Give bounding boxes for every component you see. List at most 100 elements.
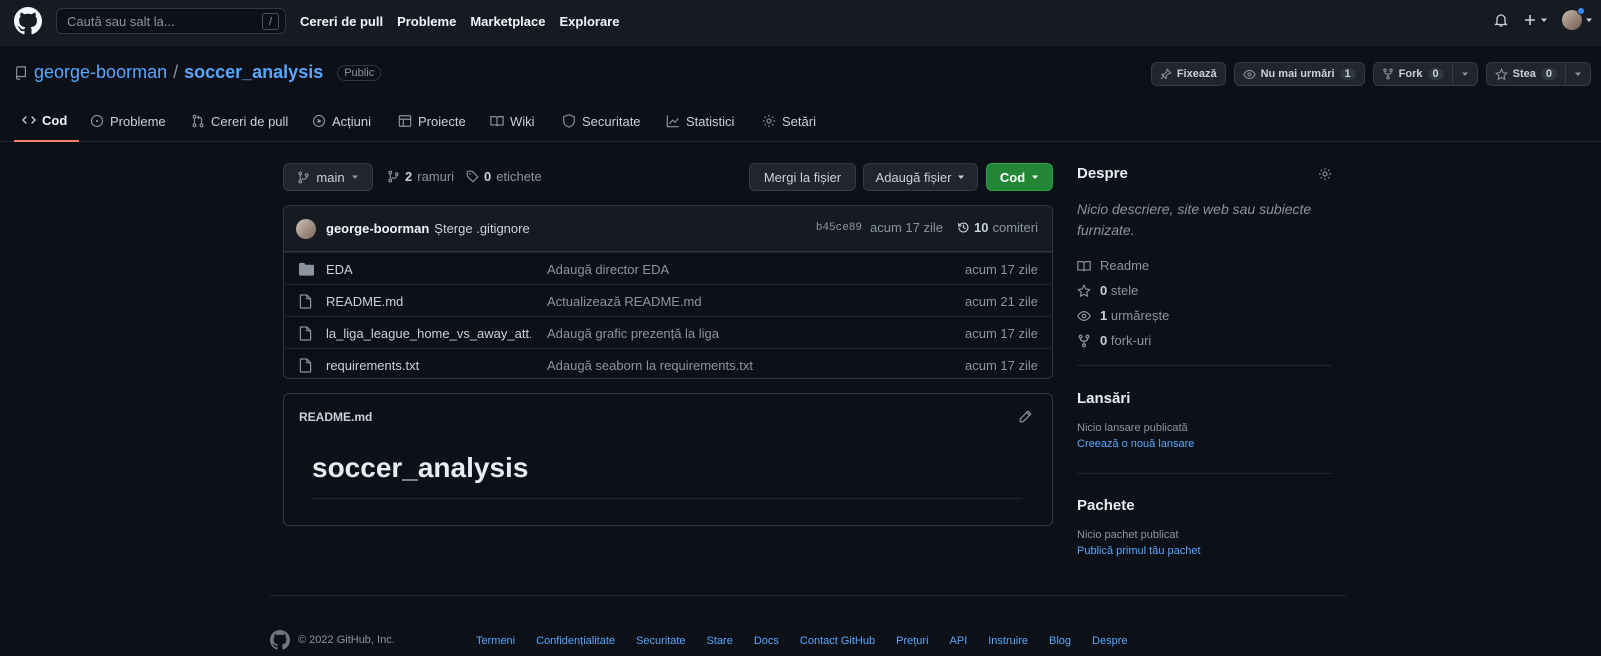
file-row[interactable]: EDA Adaugă director EDA acum 17 zile — [284, 252, 1052, 284]
fork-button[interactable]: Fork 0 — [1374, 63, 1452, 85]
commits-count: 10 — [974, 220, 989, 235]
tags-link[interactable]: 0 etichete — [466, 169, 542, 184]
commit-author-link[interactable]: george-boorman — [326, 221, 429, 236]
unwatch-button[interactable]: Nu mai urmări 1 — [1233, 62, 1365, 86]
commit-author-avatar[interactable] — [296, 218, 316, 239]
about-description: Nicio descriere, site web sau subiecte f… — [1077, 201, 1312, 238]
forks-link[interactable]: 0 fork-uri — [1077, 328, 1169, 353]
nav-issues-link[interactable]: Probleme — [397, 14, 456, 29]
file-age: acum 17 zile — [965, 262, 1038, 277]
shield-icon — [563, 114, 575, 128]
tag-icon — [466, 170, 479, 183]
add-file-button[interactable]: Adaugă fișier — [863, 163, 978, 191]
footer-link-training[interactable]: Instruire — [988, 635, 1028, 647]
search-box[interactable]: / — [56, 8, 286, 34]
commit-message-link[interactable]: Șterge .gitignore — [434, 221, 529, 236]
github-mark-icon[interactable] — [270, 630, 290, 650]
releases-title[interactable]: Lansări — [1077, 390, 1130, 407]
file-name-link[interactable]: la_liga_league_home_vs_away_att... — [326, 326, 531, 341]
tab-insights[interactable]: Statistici — [658, 100, 742, 142]
footer-link-privacy[interactable]: Confidențialitate — [536, 635, 615, 647]
nav-marketplace-link[interactable]: Marketplace — [470, 14, 545, 29]
file-name-link[interactable]: requirements.txt — [326, 358, 531, 373]
branch-toolbar: main 2 ramuri 0 etichete Mergi la fișier… — [283, 163, 1053, 191]
visibility-badge: Public — [337, 64, 382, 81]
stars-link[interactable]: 0 stele — [1077, 278, 1169, 303]
repo-name-link[interactable]: soccer_analysis — [184, 62, 323, 83]
tab-wiki[interactable]: Wiki — [482, 100, 543, 142]
star-dropdown-button[interactable] — [1565, 63, 1590, 85]
packages-title[interactable]: Pachete — [1077, 497, 1135, 514]
issue-icon — [90, 114, 104, 128]
tab-pull-requests[interactable]: Cereri de pull — [183, 100, 296, 142]
footer-link-terms[interactable]: Termeni — [476, 635, 515, 647]
create-release-link[interactable]: Creează o nouă lansare — [1077, 438, 1194, 450]
file-row[interactable]: requirements.txt Adaugă seaborn la requi… — [284, 348, 1052, 378]
caret-down-icon — [1032, 175, 1039, 179]
nav-pull-requests-link[interactable]: Cereri de pull — [300, 14, 383, 29]
graph-icon — [666, 115, 679, 128]
footer-links: Termeni Confidențialitate Securitate Sta… — [476, 635, 1128, 647]
tab-pull-requests-label: Cereri de pull — [211, 113, 289, 129]
repo-actions: Fixează Nu mai urmări 1 Fork 0 Stea 0 — [1150, 62, 1591, 86]
gear-icon — [762, 114, 776, 128]
pin-label: Fixează — [1176, 68, 1217, 80]
footer-link-about[interactable]: Despre — [1092, 635, 1127, 647]
file-name-link[interactable]: README.md — [326, 294, 531, 309]
caret-down-icon — [1541, 18, 1547, 22]
tab-security[interactable]: Securitate — [554, 100, 649, 142]
branches-link[interactable]: 2 ramuri — [387, 169, 454, 184]
file-name-link[interactable]: EDA — [326, 262, 531, 277]
file-commit-link[interactable]: Adaugă grafic prezență la liga — [547, 326, 719, 341]
readme-panel: README.md soccer_analysis — [283, 393, 1053, 526]
readme-link[interactable]: Readme — [1077, 253, 1169, 278]
footer-link-api[interactable]: API — [950, 635, 968, 647]
tab-projects[interactable]: Proiecte — [390, 100, 474, 142]
notifications-bell-icon[interactable] — [1493, 12, 1509, 28]
nav-explore-link[interactable]: Explorare — [559, 14, 619, 29]
readme-heading: soccer_analysis — [312, 452, 529, 483]
footer-divider — [270, 595, 1346, 596]
tab-actions[interactable]: Acțiuni — [304, 100, 379, 142]
code-clone-button[interactable]: Cod — [986, 163, 1053, 191]
footer-link-pricing[interactable]: Prețuri — [896, 635, 928, 647]
pin-button[interactable]: Fixează — [1150, 62, 1226, 86]
tags-count: 0 — [484, 169, 492, 184]
readme-link-label: Readme — [1100, 258, 1150, 273]
file-commit-link[interactable]: Adaugă seaborn la requirements.txt — [547, 358, 753, 373]
go-to-file-label: Mergi la fișier — [763, 169, 842, 185]
footer-link-security[interactable]: Securitate — [636, 635, 686, 647]
tab-issues[interactable]: Probleme — [82, 100, 174, 142]
branch-selector[interactable]: main — [283, 163, 373, 191]
commit-age: acum 17 zile — [870, 220, 944, 235]
user-menu[interactable] — [1562, 7, 1593, 30]
gear-icon[interactable] — [1318, 167, 1332, 181]
file-row[interactable]: README.md Actualizează README.md acum 21… — [284, 284, 1052, 316]
file-commit-link[interactable]: Actualizează README.md — [547, 294, 702, 309]
search-shortcut-key: / — [262, 13, 279, 30]
pull-request-icon — [192, 114, 204, 128]
go-to-file-button[interactable]: Mergi la fișier — [749, 163, 856, 191]
repo-owner-link[interactable]: george-boorman — [34, 62, 167, 83]
create-new-menu[interactable] — [1523, 13, 1548, 27]
file-commit-link[interactable]: Adaugă director EDA — [547, 262, 669, 277]
footer-link-blog[interactable]: Blog — [1049, 635, 1071, 647]
watchers-link[interactable]: 1 urmărește — [1077, 303, 1169, 328]
footer-link-contact[interactable]: Contact GitHub — [800, 635, 875, 647]
caret-down-icon — [351, 175, 358, 179]
file-row[interactable]: la_liga_league_home_vs_away_att... Adaug… — [284, 316, 1052, 348]
tab-settings[interactable]: Setări — [754, 100, 824, 142]
fork-dropdown-button[interactable] — [1451, 63, 1477, 85]
tab-code[interactable]: Cod — [14, 100, 79, 142]
footer-link-docs[interactable]: Docs — [754, 635, 779, 647]
star-button[interactable]: Stea 0 — [1487, 63, 1565, 85]
commits-history-link[interactable]: 10 comiteri — [957, 220, 1038, 235]
commit-sha-link[interactable]: b45ce89 — [816, 222, 862, 234]
readme-filename[interactable]: README.md — [299, 410, 372, 424]
github-logo-icon[interactable] — [14, 7, 42, 35]
file-icon — [299, 326, 312, 341]
pencil-edit-icon[interactable] — [1019, 410, 1032, 423]
publish-package-link[interactable]: Publică primul tău pachet — [1077, 545, 1201, 557]
footer-link-status[interactable]: Stare — [707, 635, 733, 647]
search-input[interactable] — [67, 13, 257, 29]
